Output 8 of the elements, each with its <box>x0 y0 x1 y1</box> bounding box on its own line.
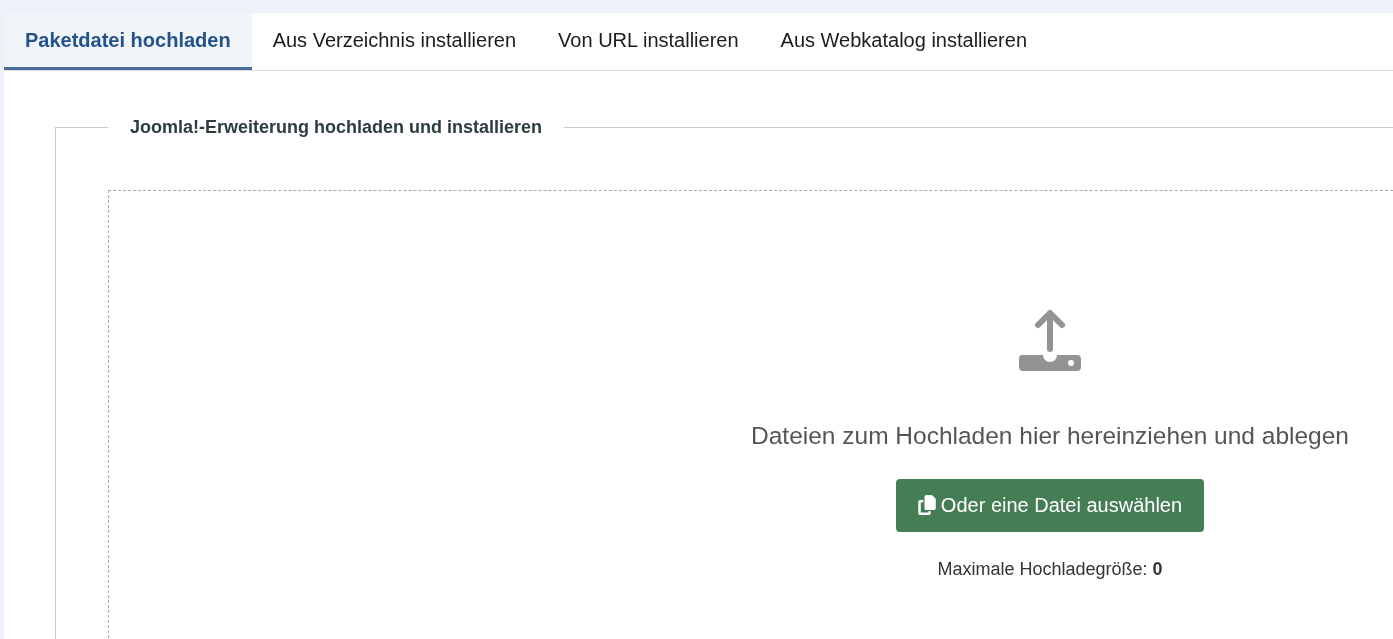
drop-zone[interactable]: Dateien zum Hochladen hier hereinziehen und ablegen Oder eine Datei auswählen Maximale Hochladegröße: 0 <box>108 190 1393 639</box>
copy-icon <box>917 495 936 516</box>
drop-instruction: Dateien zum Hochladen hier hereinziehen und ablegen <box>751 421 1349 451</box>
max-upload-size: Maximale Hochladegröße: 0 <box>937 557 1163 581</box>
section-title: Joomla!-Erweiterung hochladen und installieren <box>129 116 544 139</box>
choose-file-button[interactable]: Oder eine Datei auswählen <box>895 478 1205 532</box>
upload-icon <box>1017 307 1083 373</box>
tab[interactable]: Paketdatei hochladen <box>4 13 252 70</box>
